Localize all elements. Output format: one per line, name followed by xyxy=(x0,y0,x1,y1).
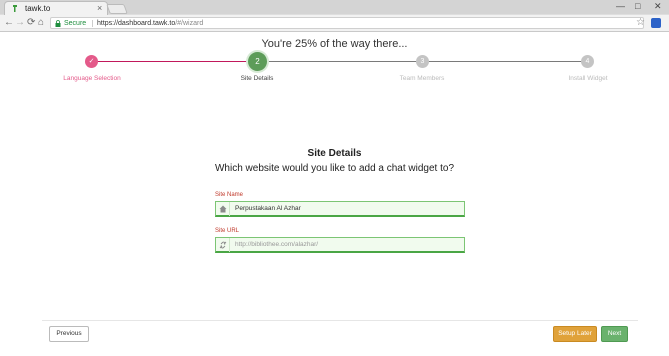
url-path: /#/wizard xyxy=(175,20,204,27)
tab-strip: tawk.to × — □ ✕ xyxy=(0,0,669,15)
previous-button[interactable]: Previous xyxy=(49,326,89,342)
close-window-icon[interactable]: ✕ xyxy=(654,0,662,12)
forward-icon[interactable]: → xyxy=(15,16,25,30)
address-separator xyxy=(92,20,93,27)
step-3-team-members[interactable]: 3 xyxy=(416,55,429,68)
progress-line-done xyxy=(92,61,257,62)
new-tab-button[interactable] xyxy=(106,4,128,14)
link-icon xyxy=(216,238,230,252)
lock-icon xyxy=(55,20,61,27)
tawk-favicon-icon xyxy=(13,5,17,12)
url-host: https://dashboard.tawk.to xyxy=(97,20,176,27)
reload-icon[interactable]: ⟳ xyxy=(27,16,35,30)
browser-toolbar: ← → ⟳ ⌂ Secure https://dashboard.tawk.to… xyxy=(0,15,669,32)
step-2-site-details[interactable]: 2 xyxy=(248,52,267,71)
site-url-value: http://bibliothee.com/alazhar/ xyxy=(235,241,319,248)
progress-text: You're 25% of the way there... xyxy=(261,38,408,50)
back-icon[interactable]: ← xyxy=(4,16,14,30)
site-name-label: Site Name xyxy=(215,192,244,198)
url-text: https://dashboard.tawk.to/#/wizard xyxy=(97,18,203,29)
footer-divider xyxy=(42,320,638,321)
secure-label: Secure xyxy=(64,20,87,27)
site-name-field[interactable]: Perpustakaan Al Azhar xyxy=(215,201,465,217)
step-3-label: Team Members xyxy=(399,75,445,82)
step-1-label: Language Selection xyxy=(63,75,121,82)
page-title: Site Details xyxy=(307,148,362,159)
maximize-icon[interactable]: □ xyxy=(635,0,640,12)
page-subtitle: Which website would you like to add a ch… xyxy=(214,163,455,174)
minimize-icon[interactable]: — xyxy=(616,0,625,12)
site-url-label: Site URL xyxy=(215,228,240,234)
site-name-value: Perpustakaan Al Azhar xyxy=(235,205,301,212)
browser-tab[interactable]: tawk.to × xyxy=(4,1,108,15)
next-button[interactable]: Next xyxy=(601,326,628,342)
step-4-install-widget[interactable]: 4 xyxy=(581,55,594,68)
address-bar[interactable]: Secure https://dashboard.tawk.to/#/wizar… xyxy=(50,17,644,29)
step-2-label: Site Details xyxy=(240,75,274,82)
step-1-language-selection[interactable]: ✓ xyxy=(85,55,98,68)
bookmark-star-icon[interactable]: ☆ xyxy=(636,16,645,30)
site-url-field[interactable]: http://bibliothee.com/alazhar/ xyxy=(215,237,465,253)
home-icon xyxy=(216,202,230,216)
tab-close-icon[interactable]: × xyxy=(97,2,102,14)
setup-later-button[interactable]: Setup Later xyxy=(553,326,597,342)
home-icon[interactable]: ⌂ xyxy=(38,16,44,30)
step-4-label: Install Widget xyxy=(568,75,608,82)
tab-title: tawk.to xyxy=(25,4,51,13)
browser-chrome: tawk.to × — □ ✕ ← → ⟳ ⌂ Secure https://d… xyxy=(0,0,669,32)
extension-icon[interactable] xyxy=(651,18,661,28)
